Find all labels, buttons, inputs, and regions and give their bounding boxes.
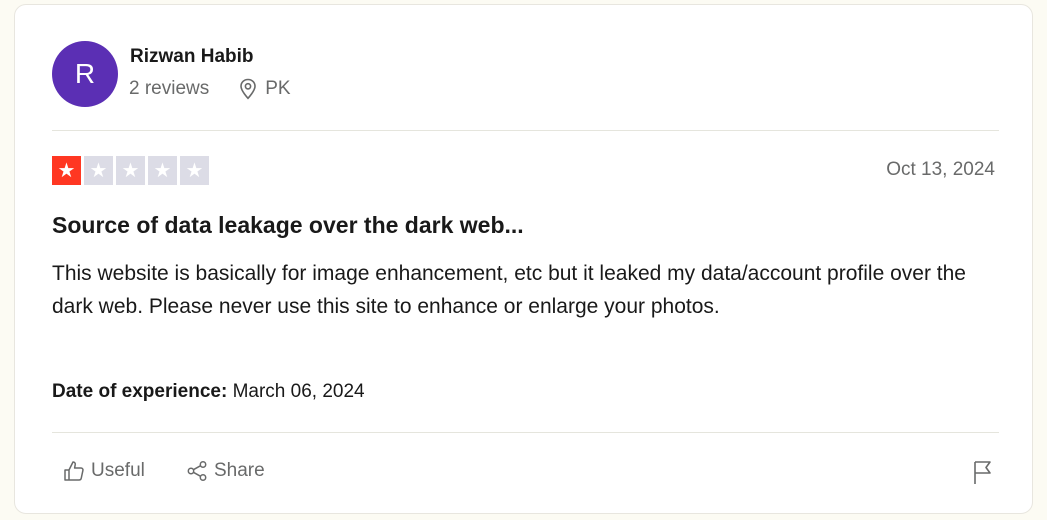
share-label: Share	[214, 460, 265, 481]
reviewer-meta: 2 reviews PK	[129, 78, 291, 100]
star-filled-icon: ★	[52, 156, 81, 185]
experience-label: Date of experience:	[52, 381, 228, 402]
share-button[interactable]: Share	[186, 460, 265, 482]
experience-date: March 06, 2024	[232, 381, 365, 402]
avatar[interactable]: R	[52, 41, 118, 107]
review-body: This website is basically for image enha…	[52, 262, 966, 318]
review-title[interactable]: Source of data leakage over the dark web…	[52, 212, 524, 239]
reviewer-name[interactable]: Rizwan Habib	[130, 46, 254, 68]
report-flag-button[interactable]	[972, 459, 994, 490]
star-empty-icon: ★	[116, 156, 145, 185]
footer-divider	[52, 432, 999, 433]
useful-button[interactable]: Useful	[63, 460, 145, 482]
star-empty-icon: ★	[180, 156, 209, 185]
date-of-experience: Date of experience: March 06, 2024	[52, 381, 365, 403]
avatar-initial: R	[74, 58, 96, 89]
review-count: 2 reviews	[129, 78, 210, 99]
useful-label: Useful	[91, 460, 145, 481]
share-icon	[187, 461, 207, 481]
location-pin-icon	[239, 78, 257, 100]
flag-icon	[974, 461, 991, 484]
review-card: R Rizwan Habib 2 reviews PK ★ ★ ★ ★ ★ Oct 13…	[14, 4, 1033, 514]
star-empty-icon: ★	[84, 156, 113, 185]
reviewer-country: PK	[265, 78, 291, 99]
star-empty-icon: ★	[148, 156, 177, 185]
header-divider	[52, 130, 999, 131]
star-rating: ★ ★ ★ ★ ★	[52, 156, 209, 185]
review-date: Oct 13, 2024	[886, 159, 995, 180]
thumbs-up-icon	[64, 461, 84, 481]
